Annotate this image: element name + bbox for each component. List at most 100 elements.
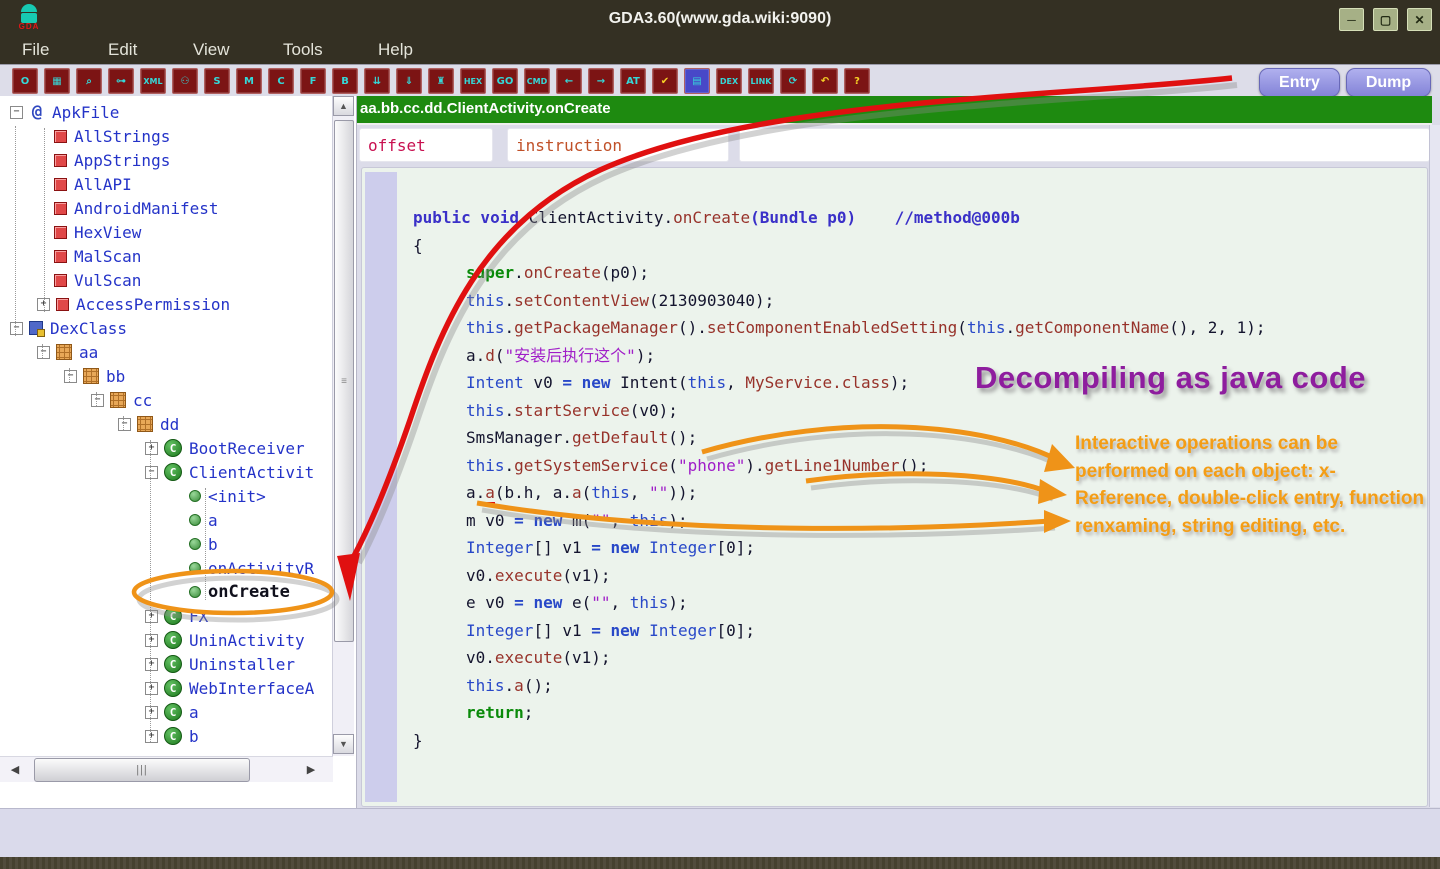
vertical-scroll-thumb[interactable]: ≡ [334,120,354,642]
tree-item-uninactivity[interactable]: +CUninActivity [0,628,330,652]
code-method-token[interactable]: execute [495,566,562,585]
tree-expander[interactable]: − [91,394,104,407]
scroll-down-button[interactable]: ▼ [333,734,354,754]
key-icon[interactable]: ⊶ [108,68,134,94]
code-method-token[interactable]: getDefault [572,428,668,447]
tree-item-bootreceiver[interactable]: +CBootReceiver [0,436,330,460]
tree-expander[interactable]: − [145,466,158,479]
methods-icon[interactable]: M [236,68,262,94]
scroll-up-button[interactable]: ▲ [333,96,354,116]
tree-item-init[interactable]: <init> [0,484,330,508]
code-method-token[interactable]: onCreate [673,208,750,227]
bytecode-icon[interactable]: B [332,68,358,94]
code-method-token[interactable]: a [572,483,582,502]
tree-expander[interactable]: + [145,442,158,455]
code-method-token[interactable]: a [485,483,495,504]
tree-expander[interactable]: + [145,658,158,671]
tree-item-accesspermission[interactable]: +AccessPermission [0,292,330,316]
code-string-token[interactable]: "" [649,483,668,502]
code-method-token[interactable]: d [485,346,495,365]
maximize-button[interactable]: ▢ [1373,8,1398,31]
tree-item-bb[interactable]: −bb [0,364,330,388]
menu-help[interactable]: Help [378,40,413,60]
tree-expander[interactable]: + [145,706,158,719]
code-method-token[interactable]: MyService.class [745,373,890,392]
tree-expander[interactable]: − [64,370,77,383]
tree-item-b[interactable]: +Cb [0,724,330,748]
tree-expander[interactable]: + [145,682,158,695]
open-file-icon[interactable]: O [12,68,38,94]
scroll-right-button[interactable]: ▶ [300,759,322,780]
tree-expander[interactable]: − [37,346,50,359]
dialog-icon[interactable]: ▤ [684,68,710,94]
instruction-column-header[interactable]: instruction [507,128,729,162]
cmd-icon[interactable]: CMD [524,68,550,94]
close-button[interactable]: ✕ [1407,8,1432,31]
menu-file[interactable]: File [22,40,49,60]
bird-icon[interactable]: ✔ [652,68,678,94]
dex-icon[interactable]: DEX [716,68,742,94]
tree-item-oncreate[interactable]: onCreate [0,580,330,604]
tree-item-webinterfacea[interactable]: +CWebInterfaceA [0,676,330,700]
tree-expander[interactable]: + [145,634,158,647]
tree-item-onactivityr[interactable]: onActivityR [0,556,330,580]
classes-icon[interactable]: C [268,68,294,94]
code-method-token[interactable]: getPackageManager [514,318,678,337]
strings-icon[interactable]: S [204,68,230,94]
code-method-token[interactable]: setComponentEnabledSetting [707,318,957,337]
tree-item-cc[interactable]: −cc [0,388,330,412]
code-string-token[interactable]: "phone" [678,456,745,475]
android-manifest-icon[interactable]: ⚇ [172,68,198,94]
code-method-token[interactable]: a [514,676,524,695]
export-icon[interactable]: ⇓ [396,68,422,94]
link-icon[interactable]: LINK [748,68,774,94]
horizontal-scroll-thumb[interactable]: ||| [34,758,250,782]
blank-column-header[interactable] [739,128,1430,162]
help-icon[interactable]: ? [844,68,870,94]
search-icon[interactable]: ⌕ [76,68,102,94]
menu-view[interactable]: View [193,40,230,60]
tree-item-fx[interactable]: +CFX [0,604,330,628]
tree-item-dd[interactable]: −dd [0,412,330,436]
tree-expander[interactable]: + [145,730,158,743]
code-string-token[interactable]: "" [591,511,610,530]
tree-item-malscan[interactable]: MalScan [0,244,330,268]
tree-item-allstrings[interactable]: AllStrings [0,124,330,148]
tree-expander[interactable]: − [10,106,23,119]
tree-expander[interactable]: − [118,418,131,431]
tree-item-uninstaller[interactable]: +CUninstaller [0,652,330,676]
code-string-token[interactable]: "安装后执行这个" [505,346,636,365]
at-icon[interactable]: AT [620,68,646,94]
tree-item-b[interactable]: b [0,532,330,556]
undo-icon[interactable]: ↶ [812,68,838,94]
tree-item-aa[interactable]: −aa [0,340,330,364]
code-method-token[interactable]: onCreate [524,263,601,282]
tree-horizontal-scrollbar[interactable]: ◀ ||| ▶ [0,756,333,782]
hex-view-icon[interactable]: HEX [460,68,486,94]
entry-button[interactable]: Entry [1259,68,1340,97]
code-string-token[interactable]: "" [591,593,610,612]
tree-item-appstrings[interactable]: AppStrings [0,148,330,172]
tree-item-apkfile[interactable]: −@ApkFile [0,100,330,124]
tree-item-a[interactable]: a [0,508,330,532]
api-icon[interactable]: ♜ [428,68,454,94]
code-method-token[interactable]: getSystemService [514,456,668,475]
scroll-left-button[interactable]: ◀ [4,759,26,780]
minimize-button[interactable]: ─ [1339,8,1364,31]
import-icon[interactable]: ⇊ [364,68,390,94]
tree-item-a[interactable]: +Ca [0,700,330,724]
code-method-token[interactable]: execute [495,648,562,667]
tree-item-androidmanifest[interactable]: AndroidManifest [0,196,330,220]
code-method-token[interactable]: startService [514,401,630,420]
back-icon[interactable]: ← [556,68,582,94]
tree-item-allapi[interactable]: AllAPI [0,172,330,196]
menu-tools[interactable]: Tools [283,40,323,60]
tree-item-vulscan[interactable]: VulScan [0,268,330,292]
tree-expander[interactable]: − [10,322,23,335]
refresh-icon[interactable]: ⟳ [780,68,806,94]
dump-button[interactable]: Dump [1346,68,1431,97]
tree-item-clientactivit[interactable]: −CClientActivit [0,460,330,484]
tree-item-dexclass[interactable]: −DexClass [0,316,330,340]
tree-item-hexview[interactable]: HexView [0,220,330,244]
code-method-token[interactable]: getComponentName [1015,318,1169,337]
